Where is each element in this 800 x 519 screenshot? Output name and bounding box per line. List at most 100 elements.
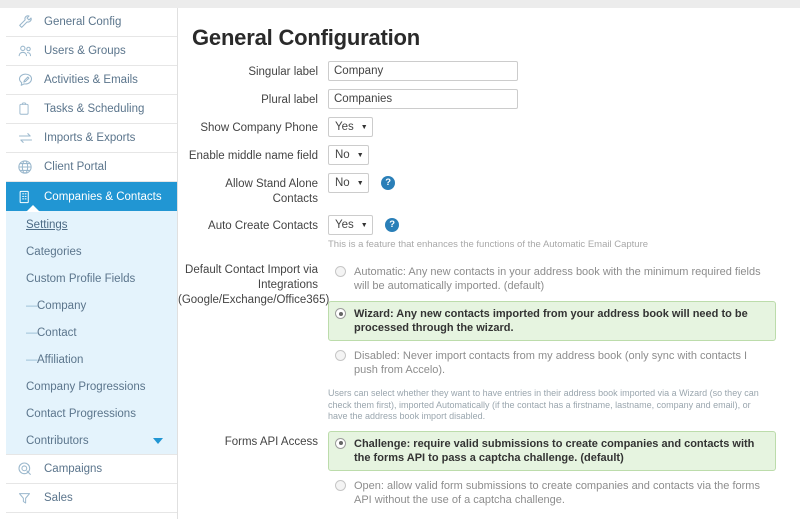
sidebar-subitem-settings[interactable]: Settings [6, 211, 177, 238]
sidebar-subitem-label: Contact [37, 326, 77, 339]
radio-button-icon[interactable] [335, 479, 346, 491]
chevron-down-icon: ▼ [356, 179, 364, 187]
field-label-line3: (Google/Exchange/Office365) [178, 294, 330, 306]
select-value: Yes [335, 219, 354, 231]
chevron-down-icon: ▼ [360, 221, 368, 229]
users-icon [17, 42, 39, 60]
sidebar-item-sales[interactable]: Sales [6, 484, 177, 513]
default-contact-import-hint: Users can select whether they want to ha… [328, 388, 768, 423]
field-control [328, 61, 800, 81]
radio-button-icon[interactable] [335, 308, 346, 319]
field-control: No ▼ [328, 145, 800, 165]
auto-create-contacts-select[interactable]: Yes ▼ [328, 215, 373, 235]
sidebar-item-label: Campaigns [44, 463, 103, 475]
field-label-line1: Default Contact Import via [185, 264, 318, 276]
radio-button-icon[interactable] [335, 350, 346, 361]
help-icon[interactable]: ? [385, 218, 400, 232]
option-label: Disabled: Never import contacts from my … [354, 350, 748, 376]
sidebar-subitem-company-progressions[interactable]: Company Progressions [6, 373, 177, 400]
forms-api-option-challenge[interactable]: Challenge: require valid submissions to … [328, 430, 776, 471]
radio-button-icon[interactable] [335, 266, 346, 277]
allow-stand-alone-contacts-select[interactable]: No ▼ [328, 173, 369, 193]
chevron-down-icon: ▼ [356, 151, 364, 159]
select-value: Yes [335, 121, 354, 133]
plural-label-input[interactable] [328, 89, 518, 109]
chevron-down-icon[interactable] [153, 437, 163, 444]
sidebar-subitem-label: Company [37, 299, 87, 312]
form-row-singular-label: Singular label [178, 61, 800, 81]
singular-label-input[interactable] [328, 61, 518, 81]
sidebar-subnav: Settings Categories Custom Profile Field… [6, 211, 177, 455]
forms-api-option-open[interactable]: Open: allow valid form submissions to cr… [328, 473, 776, 513]
field-label-line2: Integrations [257, 279, 318, 291]
field-control: Yes ▼ ? This is a feature that enhances … [328, 215, 800, 251]
main-content: General Configuration Singular label Plu… [178, 8, 800, 519]
import-option-automatic[interactable]: Automatic: Any new contacts in your addr… [328, 259, 776, 299]
field-label: Auto Create Contacts [208, 220, 318, 232]
sidebar-item-label: General Config [44, 16, 122, 28]
form-row-enable-middle-name: Enable middle name field No ▼ [178, 145, 800, 165]
field-label: Enable middle name field [188, 150, 318, 162]
sidebar-item-label: Sales [44, 492, 73, 504]
field-label: Singular label [248, 66, 318, 78]
sidebar-item-requests[interactable]: Requests [6, 513, 177, 519]
dash-bullet-icon: — [26, 299, 38, 312]
enable-middle-name-select[interactable]: No ▼ [328, 145, 369, 165]
sidebar-subitem-contact[interactable]: — Contact [6, 319, 177, 346]
sidebar-subitem-label: Company Progressions [26, 380, 146, 393]
sidebar-subitem-contact-progressions[interactable]: Contact Progressions [6, 400, 177, 427]
sidebar-item-label: Tasks & Scheduling [44, 103, 145, 115]
sidebar-subitem-label: Categories [26, 245, 82, 258]
import-option-disabled[interactable]: Disabled: Never import contacts from my … [328, 343, 776, 383]
clipboard-icon [17, 100, 39, 118]
sidebar-item-imports-exports[interactable]: Imports & Exports [6, 124, 177, 153]
page-title: General Configuration [192, 25, 421, 50]
form-row-auto-create-contacts: Auto Create Contacts Yes ▼ ? This is a f… [178, 215, 800, 251]
field-label: Show Company Phone [200, 122, 318, 134]
show-company-phone-select[interactable]: Yes ▼ [328, 117, 373, 137]
dash-bullet-icon: — [26, 326, 38, 339]
form-row-plural-label: Plural label [178, 89, 800, 109]
sidebar-subitem-contributors[interactable]: Contributors [6, 427, 177, 454]
building-icon [17, 188, 39, 206]
forms-api-option-disabled[interactable]: Disabled: do not allow for any submissio… [328, 515, 776, 519]
sidebar: General Config Users & Groups Activities… [6, 8, 178, 519]
form-row-default-contact-import: Default Contact Import via Integrations … [178, 259, 800, 423]
sidebar-item-general-config[interactable]: General Config [6, 8, 177, 37]
field-label: Forms API Access [224, 435, 318, 448]
chevron-down-icon: ▼ [360, 123, 368, 131]
exchange-arrows-icon [17, 129, 39, 147]
option-label: Challenge: require valid submissions to … [354, 437, 755, 464]
sidebar-subitem-label: Settings [26, 218, 68, 231]
hint-text: Users can select whether they want to ha… [328, 388, 759, 421]
funnel-icon [17, 489, 39, 507]
sidebar-item-label: Users & Groups [44, 45, 126, 57]
form-row-allow-stand-alone-contacts: Allow Stand Alone Contacts No ▼ ? [178, 173, 800, 207]
sidebar-subitem-custom-profile-fields[interactable]: Custom Profile Fields [6, 265, 177, 292]
auto-create-contacts-hint: This is a feature that enhances the func… [328, 239, 649, 250]
option-label: Wizard: Any new contacts imported from y… [354, 308, 748, 334]
sidebar-item-label: Companies & Contacts [44, 190, 162, 203]
field-label: Allow Stand Alone Contacts [225, 178, 318, 205]
sidebar-item-tasks-scheduling[interactable]: Tasks & Scheduling [6, 95, 177, 124]
sidebar-item-client-portal[interactable]: Client Portal [6, 153, 177, 182]
radio-button-icon[interactable] [335, 437, 346, 449]
help-icon[interactable]: ? [381, 176, 396, 190]
sidebar-subitem-affiliation[interactable]: — Affiliation [6, 346, 177, 373]
sidebar-item-campaigns[interactable]: Campaigns [6, 455, 177, 484]
comment-pencil-icon [17, 71, 39, 89]
field-control: Challenge: require valid submissions to … [328, 430, 800, 519]
sidebar-subitem-label: Affiliation [37, 353, 84, 366]
field-label: Plural label [261, 94, 318, 106]
sidebar-item-label: Client Portal [44, 161, 107, 173]
sidebar-item-activities-emails[interactable]: Activities & Emails [6, 66, 177, 95]
campaign-target-icon [17, 460, 39, 478]
field-label: Default Contact Import via Integrations … [178, 259, 330, 308]
sidebar-item-users-groups[interactable]: Users & Groups [6, 37, 177, 66]
sidebar-subitem-company[interactable]: — Company [6, 292, 177, 319]
import-option-wizard[interactable]: Wizard: Any new contacts imported from y… [328, 301, 776, 341]
globe-icon [17, 158, 39, 176]
sidebar-subitem-label: Custom Profile Fields [26, 272, 136, 285]
sidebar-subitem-categories[interactable]: Categories [6, 238, 177, 265]
form-row-show-company-phone: Show Company Phone Yes ▼ [178, 117, 800, 137]
